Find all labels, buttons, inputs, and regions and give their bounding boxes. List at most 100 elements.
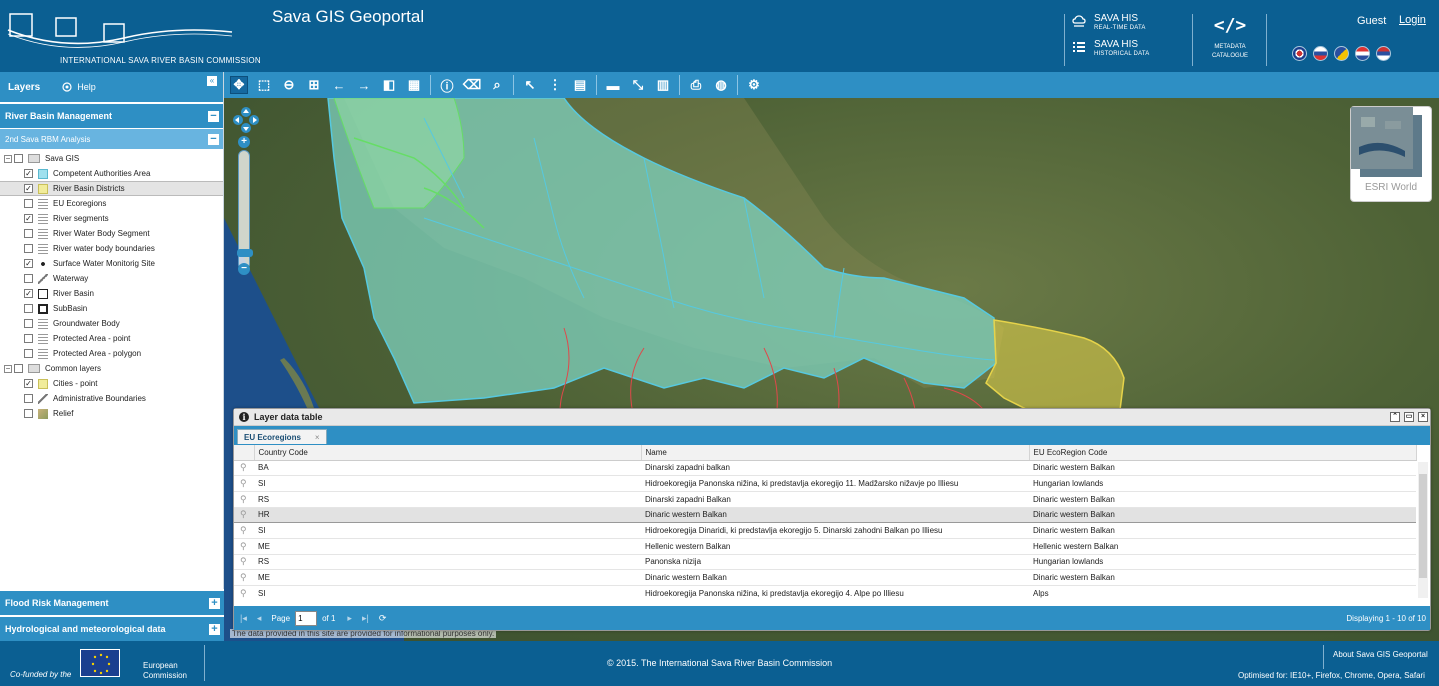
expand-icon[interactable]: + [209,624,220,635]
page-number-input[interactable] [295,610,318,626]
zoom-to-feature-icon[interactable]: ⚲ [234,569,254,586]
zoom-to-feature-icon[interactable]: ⚲ [234,538,254,555]
isrbc-logo[interactable]: INTERNATIONAL SAVA RIVER BASIN COMMISSIO… [4,8,261,65]
layer-item[interactable]: ✓ River segments [0,211,223,226]
about-link[interactable]: About Sava GIS Geoportal [1333,650,1428,659]
next-page-icon[interactable]: ▸ [347,613,352,624]
full-extent-icon[interactable]: ⊞ [305,76,323,94]
column-header-country-code[interactable]: Country Code [254,445,642,461]
clear-select-icon[interactable]: ▤ [571,76,589,94]
subsection-2nd-rbm-analysis[interactable]: 2nd Sava RBM Analysis − [0,128,223,149]
table-row[interactable]: ⚲ SI Hidroekoregija Panonska nižina, ki pr… [234,585,1416,598]
table-row[interactable]: ⚲ ME Hellenic western Balkan Hellenic weste… [234,538,1416,555]
layer-item[interactable]: River Water Body Segment [0,226,223,241]
table-row[interactable]: ⚲ RS Dinarski zapadni Balkan Dinaric wester… [234,491,1416,508]
layer-checkbox[interactable] [24,244,33,253]
zoom-to-feature-icon[interactable]: ⚲ [234,491,254,508]
last-page-icon[interactable]: ▸| [362,613,369,624]
collapse-window-icon[interactable]: ⌃ [1390,412,1400,422]
layer-checkbox[interactable] [24,334,33,343]
ba-flag-icon[interactable] [1334,46,1349,61]
zoom-slider-handle[interactable] [237,249,253,257]
scrollbar-thumb[interactable] [1419,474,1427,578]
layer-checkbox[interactable] [24,409,33,418]
zoom-to-feature-icon[interactable]: ⚲ [234,460,254,477]
zoom-to-feature-icon[interactable]: ⚲ [234,585,254,598]
layer-item[interactable]: EU Ecoregions [0,196,223,211]
layer-item[interactable]: Waterway [0,271,223,286]
section-flood-risk-management[interactable]: Flood Risk Management + [0,589,224,615]
tree-folder-common-layers[interactable]: − Common layers [0,361,223,376]
layer-item[interactable]: ✓ Surface Water Monitorig Site [0,256,223,271]
collapse-panel-button[interactable]: « [207,76,217,86]
tab-eu-ecoregions[interactable]: EU Ecoregions × [237,429,327,444]
select-icon[interactable]: ↖ [521,76,539,94]
section-hydrological-data[interactable]: Hydrological and meteorological data + [0,615,224,641]
layers-icon[interactable]: ◧ [380,76,398,94]
zoom-slider[interactable] [237,150,253,270]
zoom-out-icon[interactable]: ⊖ [280,76,298,94]
measure-icon[interactable]: ▬ [604,76,622,94]
layer-item[interactable]: River water body boundaries [0,241,223,256]
layer-item[interactable]: Protected Area - polygon [0,346,223,361]
table-row[interactable]: ⚲ BA Dinarski zapadni balkan Dinaric wester… [234,460,1416,477]
zoom-box-icon[interactable]: ⬚ [255,76,273,94]
zoom-out-button[interactable]: − [238,263,250,275]
layer-item[interactable]: Administrative Boundaries [0,391,223,406]
layer-item[interactable]: ✓ River Basin Districts [0,181,223,196]
layer-item[interactable]: ✓ Cities - point [0,376,223,391]
si-flag-icon[interactable] [1313,46,1328,61]
pan-control[interactable] [232,106,260,136]
delete-icon[interactable]: ⌫ [463,76,481,94]
basemap-switcher[interactable]: ESRI World [1350,106,1432,202]
layer-checkbox[interactable] [24,199,33,208]
gb-flag-icon[interactable] [1292,46,1307,61]
first-page-icon[interactable]: |◂ [240,613,247,624]
layer-checkbox[interactable]: ✓ [24,259,33,268]
his-historical-link[interactable]: SAVA HIS HISTORICAL DATA [1072,39,1149,58]
collapse-icon[interactable]: − [208,134,219,145]
forward-icon[interactable]: → [355,76,373,94]
grid-icon[interactable]: ▦ [405,76,423,94]
login-link[interactable]: Login [1399,14,1426,26]
layer-checkbox[interactable]: ✓ [24,169,33,178]
measure-off-icon[interactable]: ⤡ [629,76,647,94]
folder-checkbox[interactable] [14,154,23,163]
info-icon[interactable]: ⓘ [438,76,456,94]
refresh-icon[interactable]: ⟳ [379,613,387,624]
table-row[interactable]: ⚲ SI Hidroekoregija Panonska nižina, ki pr… [234,475,1416,492]
expand-icon[interactable]: − [4,364,12,373]
folder-checkbox[interactable] [14,364,23,373]
collapse-icon[interactable]: − [208,111,219,122]
help-link[interactable]: Help [62,82,96,92]
table-select-icon[interactable]: ⋮ [546,76,564,94]
zoom-in-button[interactable]: + [238,136,250,148]
layers-tab[interactable]: Layers [8,82,40,93]
prev-page-icon[interactable]: ◂ [257,613,262,624]
table-row[interactable]: ⚲ ME Dinaric western Balkan Dinaric western… [234,569,1416,586]
search-icon[interactable]: ⌕ [488,76,506,94]
close-window-icon[interactable]: × [1418,412,1428,422]
layer-checkbox[interactable] [24,304,33,313]
back-icon[interactable]: ← [330,76,348,94]
layer-checkbox[interactable] [24,349,33,358]
metadata-catalogue-link[interactable]: </> METADATA CATALOGUE [1200,14,1260,61]
layer-checkbox[interactable] [24,229,33,238]
table-row[interactable]: ⚲ SI Hidroekoregija Dinaridi, ki predstavl… [234,522,1416,539]
layer-item[interactable]: Protected Area - point [0,331,223,346]
zoom-to-feature-icon[interactable]: ⚲ [234,506,254,524]
zoom-to-feature-icon[interactable]: ⚲ [234,522,254,539]
layer-item[interactable]: Relief [0,406,223,421]
print-icon[interactable]: ⎙ [687,76,705,94]
zoom-to-feature-icon[interactable]: ⚲ [234,475,254,492]
layer-item[interactable]: ✓ River Basin [0,286,223,301]
settings-icon[interactable]: ⚙ [745,76,763,94]
expand-icon[interactable]: + [209,598,220,609]
layer-checkbox[interactable]: ✓ [24,379,33,388]
layer-checkbox[interactable] [24,274,33,283]
layer-checkbox[interactable]: ✓ [24,184,33,193]
delete-measure-icon[interactable]: ▥ [654,76,672,94]
close-tab-icon[interactable]: × [315,433,320,442]
section-river-basin-management[interactable]: River Basin Management − [0,102,223,128]
column-header-ecoregion-code[interactable]: EU EcoRegion Code [1029,445,1417,461]
